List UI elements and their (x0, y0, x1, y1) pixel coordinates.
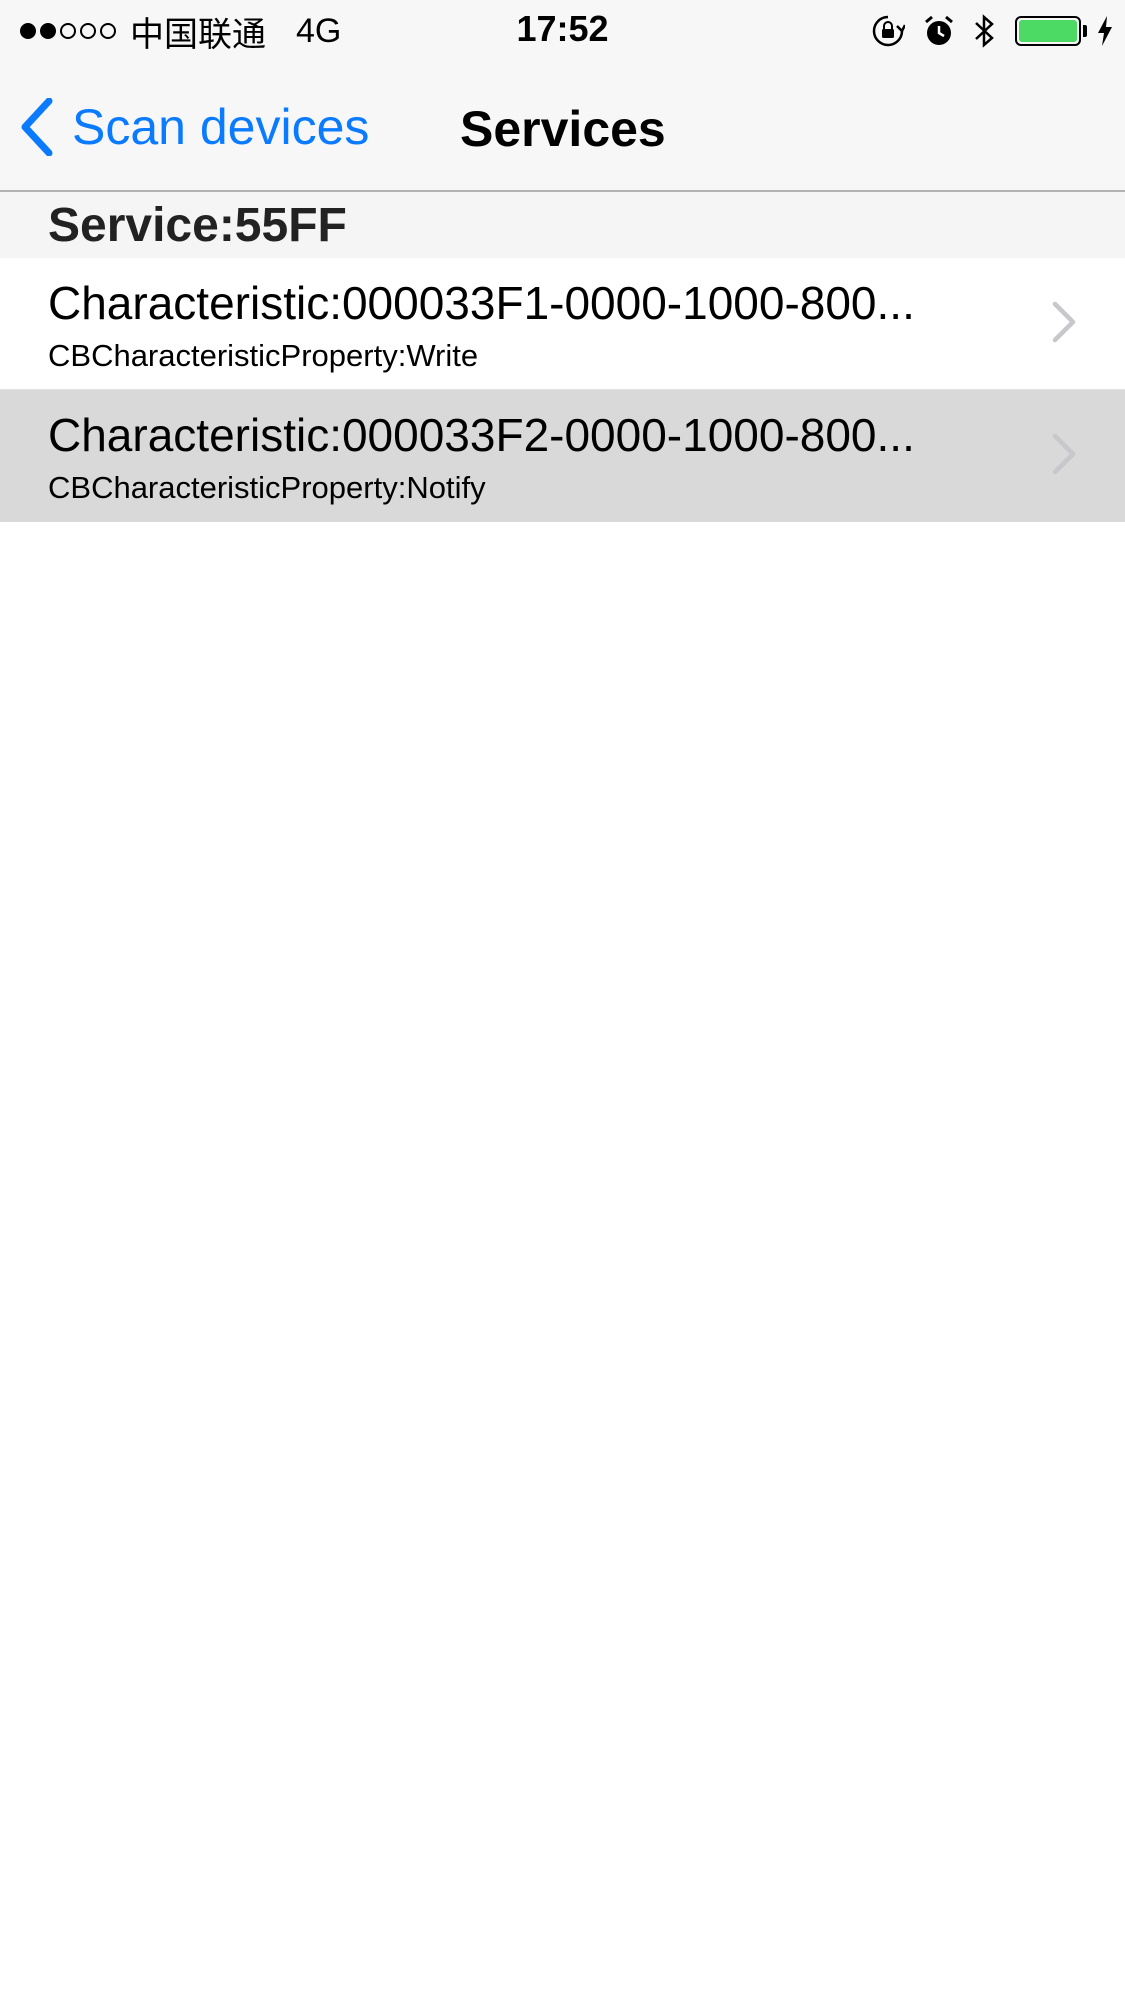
back-button[interactable]: Scan devices (20, 92, 369, 162)
section-header: Service:55FF (0, 192, 1125, 258)
status-bar: 中国联通 4G 17:52 (0, 0, 1125, 62)
service-label: Service:55FF (48, 199, 347, 252)
characteristic-title: Characteristic:000033F2-0000-1000-800... (48, 409, 915, 461)
battery-level (1019, 20, 1077, 42)
battery-body (1015, 16, 1081, 46)
chevron-right-icon (1052, 301, 1076, 343)
battery-cap (1083, 25, 1087, 37)
chevron-left-icon (21, 98, 53, 156)
characteristic-property: CBCharacteristicProperty:Notify (48, 470, 486, 505)
charging-icon (1097, 16, 1113, 46)
rotation-lock-icon (871, 14, 905, 48)
status-bar-right (853, 10, 1113, 52)
alarm-icon (923, 14, 955, 48)
characteristic-title: Characteristic:000033F1-0000-1000-800... (48, 277, 915, 329)
back-button-label: Scan devices (72, 99, 370, 155)
page-title: Services (460, 101, 666, 157)
table-row[interactable]: Characteristic:000033F2-0000-1000-800...… (0, 390, 1125, 522)
battery-icon (1015, 16, 1087, 46)
chevron-right-icon (1052, 433, 1076, 475)
characteristic-property: CBCharacteristicProperty:Write (48, 338, 479, 373)
navigation-bar: Scan devices Services (0, 62, 1125, 192)
bluetooth-icon (973, 13, 997, 49)
table-row[interactable]: Characteristic:000033F1-0000-1000-800...… (0, 258, 1125, 390)
